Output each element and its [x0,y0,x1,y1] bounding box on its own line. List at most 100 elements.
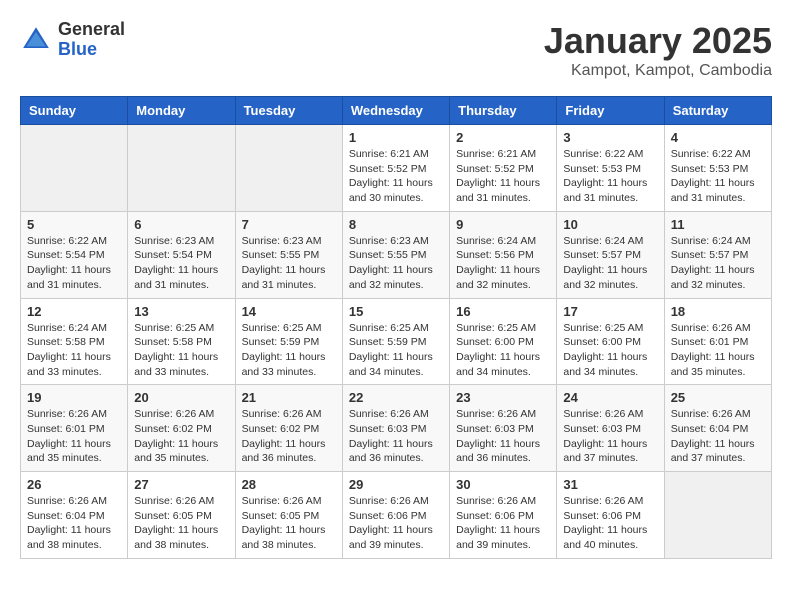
day-info: Sunrise: 6:26 AM Sunset: 6:03 PM Dayligh… [349,407,443,466]
calendar-week-row: 5 Sunrise: 6:22 AM Sunset: 5:54 PM Daylig… [21,211,772,298]
calendar-week-row: 12 Sunrise: 6:24 AM Sunset: 5:58 PM Dayli… [21,298,772,385]
calendar-subtitle: Kampot, Kampot, Cambodia [544,62,772,80]
weekday-header-wednesday: Wednesday [342,97,449,125]
header: General Blue January 2025 Kampot, Kampot… [20,20,772,80]
logo-general-text: General [58,20,125,40]
day-info: Sunrise: 6:26 AM Sunset: 6:06 PM Dayligh… [456,494,550,553]
calendar-cell: 4Sunrise: 6:22 AM Sunset: 5:53 PM Daylig… [664,125,771,212]
day-info: Sunrise: 6:22 AM Sunset: 5:54 PM Dayligh… [27,234,121,293]
calendar-cell: 11 Sunrise: 6:24 AM Sunset: 5:57 PM Dayli… [664,211,771,298]
day-number: 6 [134,217,228,232]
day-number: 29 [349,477,443,492]
calendar-cell [21,125,128,212]
weekday-header-friday: Friday [557,97,664,125]
logo: General Blue [20,20,125,60]
day-info: Sunrise: 6:24 AM Sunset: 5:56 PM Dayligh… [456,234,550,293]
day-number: 23 [456,390,550,405]
day-number: 3 [563,130,657,145]
day-number: 26 [27,477,121,492]
calendar-cell [235,125,342,212]
day-number: 28 [242,477,336,492]
weekday-header-sunday: Sunday [21,97,128,125]
day-info: Sunrise: 6:22 AM Sunset: 5:53 PM Dayligh… [563,147,657,206]
day-info: Sunrise: 6:26 AM Sunset: 6:01 PM Dayligh… [27,407,121,466]
calendar-cell: 10 Sunrise: 6:24 AM Sunset: 5:57 PM Dayli… [557,211,664,298]
calendar-cell: 1 Sunrise: 6:21 AM Sunset: 5:52 PM Daylig… [342,125,449,212]
day-number: 2 [456,130,550,145]
calendar-cell: 14 Sunrise: 6:25 AM Sunset: 5:59 PM Dayli… [235,298,342,385]
day-info: Sunrise: 6:23 AM Sunset: 5:55 PM Dayligh… [242,234,336,293]
day-info: Sunrise: 6:21 AM Sunset: 5:52 PM Dayligh… [349,147,443,206]
calendar-cell [128,125,235,212]
calendar-cell: 25 Sunrise: 6:26 AM Sunset: 6:04 PM Dayli… [664,385,771,472]
day-number: 24 [563,390,657,405]
day-number: 12 [27,304,121,319]
day-info: Sunrise: 6:24 AM Sunset: 5:57 PM Dayligh… [563,234,657,293]
calendar-cell: 28Sunrise: 6:26 AM Sunset: 6:05 PM Dayli… [235,472,342,559]
calendar-cell: 12 Sunrise: 6:24 AM Sunset: 5:58 PM Dayli… [21,298,128,385]
calendar-cell: 24 Sunrise: 6:26 AM Sunset: 6:03 PM Dayli… [557,385,664,472]
calendar-cell: 27 Sunrise: 6:26 AM Sunset: 6:05 PM Dayli… [128,472,235,559]
day-info: Sunrise: 6:25 AM Sunset: 5:59 PM Dayligh… [242,321,336,380]
day-number: 14 [242,304,336,319]
logo-blue-text: Blue [58,40,125,60]
calendar-cell: 16Sunrise: 6:25 AM Sunset: 6:00 PM Dayli… [450,298,557,385]
day-info: Sunrise: 6:25 AM Sunset: 5:59 PM Dayligh… [349,321,443,380]
day-info: Sunrise: 6:23 AM Sunset: 5:55 PM Dayligh… [349,234,443,293]
weekday-header-saturday: Saturday [664,97,771,125]
calendar-cell: 18 Sunrise: 6:26 AM Sunset: 6:01 PM Dayli… [664,298,771,385]
day-number: 19 [27,390,121,405]
calendar-cell: 15 Sunrise: 6:25 AM Sunset: 5:59 PM Dayli… [342,298,449,385]
day-number: 15 [349,304,443,319]
calendar-cell: 23 Sunrise: 6:26 AM Sunset: 6:03 PM Dayli… [450,385,557,472]
day-number: 10 [563,217,657,232]
weekday-header-row: SundayMondayTuesdayWednesdayThursdayFrid… [21,97,772,125]
day-number: 16 [456,304,550,319]
logo-text: General Blue [58,20,125,60]
day-info: Sunrise: 6:24 AM Sunset: 5:57 PM Dayligh… [671,234,765,293]
day-info: Sunrise: 6:26 AM Sunset: 6:04 PM Dayligh… [671,407,765,466]
day-number: 8 [349,217,443,232]
day-number: 5 [27,217,121,232]
weekday-header-tuesday: Tuesday [235,97,342,125]
calendar-cell: 29 Sunrise: 6:26 AM Sunset: 6:06 PM Dayli… [342,472,449,559]
day-info: Sunrise: 6:21 AM Sunset: 5:52 PM Dayligh… [456,147,550,206]
day-number: 22 [349,390,443,405]
calendar-cell: 22 Sunrise: 6:26 AM Sunset: 6:03 PM Dayli… [342,385,449,472]
day-number: 1 [349,130,443,145]
day-number: 13 [134,304,228,319]
day-number: 31 [563,477,657,492]
day-info: Sunrise: 6:26 AM Sunset: 6:01 PM Dayligh… [671,321,765,380]
calendar-cell: 9 Sunrise: 6:24 AM Sunset: 5:56 PM Daylig… [450,211,557,298]
day-info: Sunrise: 6:24 AM Sunset: 5:58 PM Dayligh… [27,321,121,380]
day-info: Sunrise: 6:23 AM Sunset: 5:54 PM Dayligh… [134,234,228,293]
day-number: 7 [242,217,336,232]
calendar-cell [664,472,771,559]
calendar-week-row: 26Sunrise: 6:26 AM Sunset: 6:04 PM Dayli… [21,472,772,559]
calendar-cell: 31Sunrise: 6:26 AM Sunset: 6:06 PM Dayli… [557,472,664,559]
calendar-table: SundayMondayTuesdayWednesdayThursdayFrid… [20,96,772,559]
calendar-cell: 3 Sunrise: 6:22 AM Sunset: 5:53 PM Daylig… [557,125,664,212]
calendar-cell: 13Sunrise: 6:25 AM Sunset: 5:58 PM Dayli… [128,298,235,385]
day-number: 27 [134,477,228,492]
calendar-cell: 30Sunrise: 6:26 AM Sunset: 6:06 PM Dayli… [450,472,557,559]
day-number: 11 [671,217,765,232]
day-info: Sunrise: 6:26 AM Sunset: 6:02 PM Dayligh… [242,407,336,466]
day-number: 21 [242,390,336,405]
calendar-cell: 26Sunrise: 6:26 AM Sunset: 6:04 PM Dayli… [21,472,128,559]
weekday-header-monday: Monday [128,97,235,125]
calendar-cell: 7 Sunrise: 6:23 AM Sunset: 5:55 PM Daylig… [235,211,342,298]
day-info: Sunrise: 6:26 AM Sunset: 6:06 PM Dayligh… [349,494,443,553]
calendar-cell: 20Sunrise: 6:26 AM Sunset: 6:02 PM Dayli… [128,385,235,472]
day-info: Sunrise: 6:26 AM Sunset: 6:05 PM Dayligh… [134,494,228,553]
title-section: January 2025 Kampot, Kampot, Cambodia [544,20,772,80]
calendar-week-row: 19 Sunrise: 6:26 AM Sunset: 6:01 PM Dayli… [21,385,772,472]
day-info: Sunrise: 6:26 AM Sunset: 6:03 PM Dayligh… [563,407,657,466]
day-number: 9 [456,217,550,232]
day-number: 18 [671,304,765,319]
day-info: Sunrise: 6:25 AM Sunset: 6:00 PM Dayligh… [563,321,657,380]
day-info: Sunrise: 6:26 AM Sunset: 6:03 PM Dayligh… [456,407,550,466]
day-number: 25 [671,390,765,405]
weekday-header-thursday: Thursday [450,97,557,125]
day-info: Sunrise: 6:22 AM Sunset: 5:53 PM Dayligh… [671,147,765,206]
